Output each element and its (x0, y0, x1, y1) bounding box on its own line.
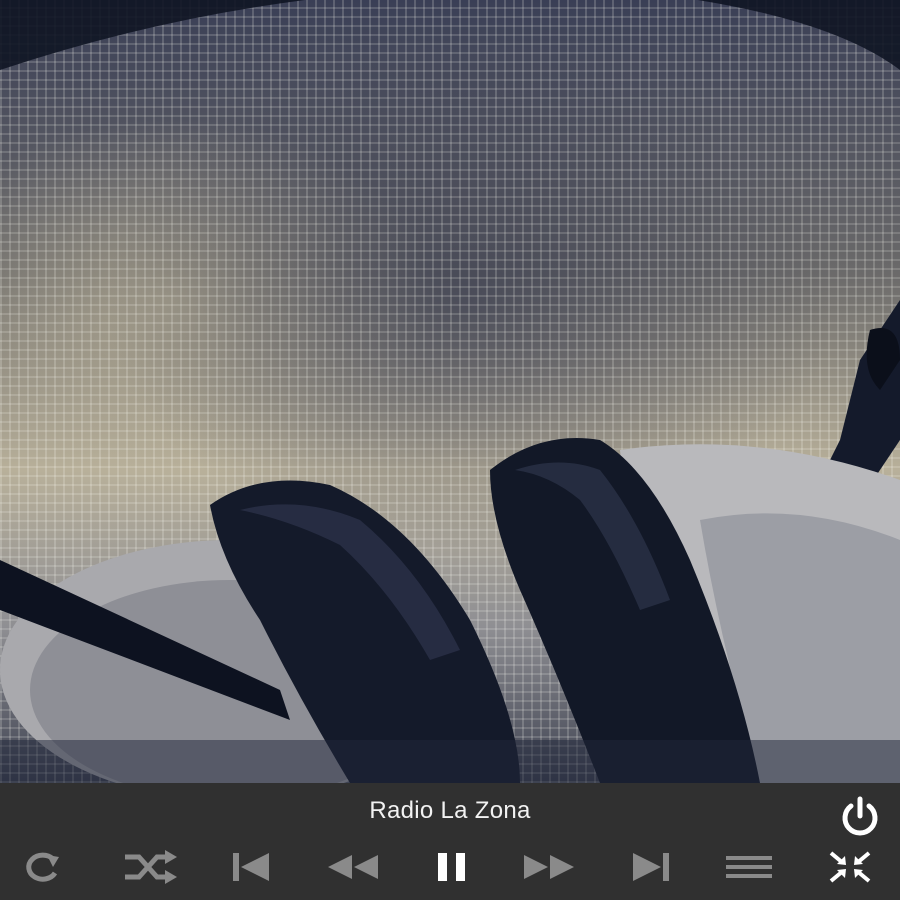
repeat-button[interactable] (11, 841, 71, 893)
album-artwork (0, 0, 900, 783)
shuffle-icon (125, 850, 177, 884)
skip-previous-button[interactable] (221, 841, 281, 893)
pause-button[interactable] (422, 841, 482, 893)
power-button[interactable] (836, 793, 884, 841)
playback-buttons (0, 841, 900, 893)
repeat-icon (26, 852, 59, 882)
skip-next-button[interactable] (621, 841, 681, 893)
fast-forward-icon (524, 855, 574, 879)
menu-icon (726, 856, 772, 878)
rewind-icon (328, 855, 378, 879)
pause-icon (438, 853, 465, 881)
power-icon (842, 796, 878, 836)
menu-button[interactable] (719, 841, 779, 893)
headphones-illustration (0, 0, 900, 783)
minimize-button[interactable] (820, 841, 880, 893)
shuffle-button[interactable] (120, 841, 180, 893)
minimize-icon (829, 851, 871, 883)
skip-previous-icon (233, 853, 269, 881)
station-title: Radio La Zona (369, 797, 531, 824)
rewind-button[interactable] (322, 841, 382, 893)
player-control-bar: Radio La Zona (0, 783, 900, 900)
skip-next-icon (633, 853, 669, 881)
fast-forward-button[interactable] (520, 841, 580, 893)
